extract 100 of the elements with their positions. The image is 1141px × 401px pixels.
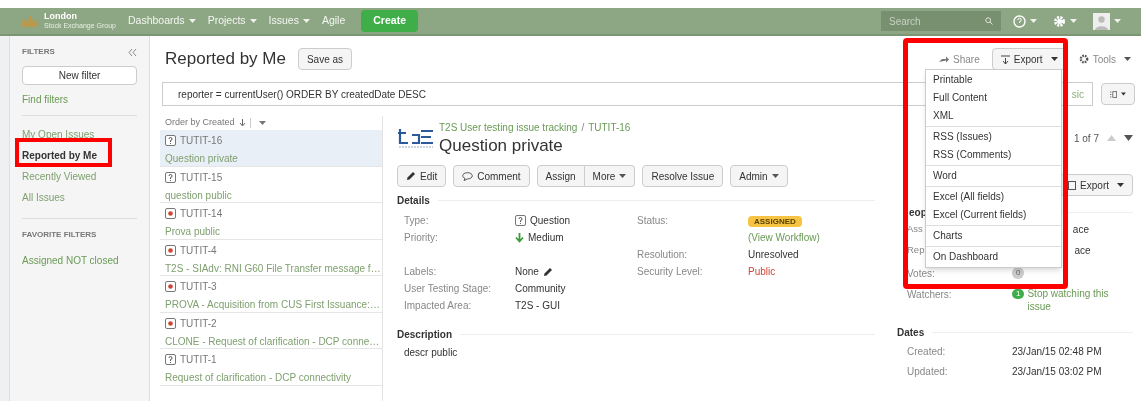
menu-item[interactable]: Full Content [926,89,1061,107]
find-filters-link[interactable]: Find filters [22,92,137,107]
field-label: Status: [637,215,669,226]
issue-summary: Request of clarification - DCP connectivity [165,371,352,385]
stop-watching-link[interactable]: Stop watching this issue [1027,287,1122,313]
new-filter-button[interactable]: New filter [22,66,137,85]
field-value: Unresolved [748,249,799,260]
previous-arrow-icon[interactable] [1107,135,1116,141]
breadcrumb-separator: / [581,121,585,135]
bug-type-icon [165,281,176,292]
field-value: Community [515,283,566,294]
order-by-label[interactable]: Order by Created [165,116,235,130]
field-label: Impacted Area: [404,300,472,311]
issue-summary: T2S - SIAdv: RNI G60 File Transfer message f… [165,261,382,276]
project-logo [397,126,435,151]
share-button[interactable]: Share [939,51,980,67]
caret-icon [1050,57,1058,61]
pencil-icon [406,171,416,181]
section-heading: Dates [897,326,925,340]
menu-item[interactable]: RSS (Comments) [926,146,1061,164]
favorites-heading: FAVORITE FILTERS [22,229,98,241]
assign-button[interactable]: Assign [536,165,585,187]
issue-title: Question private [439,135,564,157]
issue-summary: question public [165,188,233,203]
menu-item[interactable]: RSS (Issues) [926,128,1061,146]
down-arrow-icon [515,232,524,243]
field-label: Security Level: [637,266,703,277]
bug-type-icon [165,317,176,329]
share-icon [939,55,950,63]
resolve-issue-button[interactable]: Resolve Issue [642,165,724,187]
filter-link[interactable]: Reported by Me [22,145,137,166]
caret-icon [1030,19,1037,23]
field-label: Created: [907,344,947,359]
field-label: Resolution: [637,249,688,260]
menu-item[interactable]: On Dashboard [926,248,1061,266]
filter-link[interactable]: Recently Viewed [22,166,137,187]
comment-button[interactable]: Comment [453,165,530,187]
question-type-icon [165,135,176,146]
section-heading: Description [397,328,452,342]
caret-icon [619,174,627,178]
issue-list-item[interactable]: TUTIT-16 Question private [160,130,382,167]
bug-type-icon [165,208,176,219]
menu-item[interactable]: Excel (All fields) [926,188,1061,206]
field-label: Watchers: [907,288,953,302]
speech-bubble-icon [462,171,474,181]
caret-icon [1124,57,1131,61]
field-value: Public [748,266,776,277]
sort-down-icon [238,119,246,127]
field-label: Priority: [404,232,438,243]
nav-menu-item[interactable]: Projects [207,13,257,29]
issue-summary: Question private [165,152,239,166]
filter-link[interactable]: All Issues [22,187,137,208]
avatar-icon[interactable] [1093,12,1110,30]
view-workflow-link[interactable]: (View Workflow) [748,232,820,243]
collapse-icon[interactable] [128,48,137,56]
settings-icon [1078,54,1089,64]
create-button[interactable]: Create [361,10,418,32]
menu-item[interactable]: Word [926,167,1061,185]
save-as-button[interactable]: Save as [297,48,353,70]
help-icon[interactable] [1013,14,1026,28]
project-link[interactable]: T2S User testing issue tracking [439,120,578,135]
issue-key-link[interactable]: TUTIT-16 [588,120,631,135]
list-layout-icon [1110,89,1118,99]
caret-icon [1070,19,1077,23]
caret-icon [302,19,310,23]
search-field[interactable]: Search [881,11,1001,31]
field-label: Rep [907,242,925,257]
menu-item[interactable]: XML [926,107,1061,125]
caret-icon [188,19,196,23]
tools-button[interactable]: Tools [1078,51,1131,67]
basic-search-link[interactable]: sic [1071,86,1084,102]
description-text: descr public [403,346,459,360]
nav-menu-item[interactable]: Dashboards [128,13,196,29]
more-button[interactable]: More [584,165,636,187]
document-icon [1068,180,1077,190]
layout-switcher-button[interactable] [1101,83,1135,105]
filter-link[interactable]: My Open Issues [22,124,137,145]
admin-button[interactable]: Admin [730,165,788,187]
settings-icon[interactable] [1053,14,1066,28]
issue-summary: PROVA - Acquisition from CUS First Issuance:… [165,298,381,312]
field-label: Ass [907,221,923,236]
watchers-count: 1 [1012,289,1025,299]
field-value: 23/Jan/15 03:02 PM [1012,364,1102,379]
edit-button[interactable]: Edit [397,165,447,187]
sidebar-heading: FILTERS [22,46,55,58]
menu-item[interactable]: Excel (Current fields) [926,206,1061,224]
caret-icon [249,19,257,23]
search-icon [985,17,993,25]
menu-item[interactable]: Charts [926,227,1061,245]
logo-title: London [44,12,78,21]
next-arrow-icon[interactable] [1124,135,1133,141]
export-icon [1000,54,1010,64]
issue-key: TUTIT-2 [180,315,217,331]
issue-key: TUTIT-16 [180,133,223,148]
status-lozenge: ASSIGNED [748,216,802,227]
filter-link[interactable]: Assigned NOT closed [22,253,137,268]
nav-menu-item[interactable]: Issues [268,13,310,29]
caret-icon [258,121,266,125]
question-type-icon [165,354,176,365]
issue-key: TUTIT-4 [180,242,217,258]
